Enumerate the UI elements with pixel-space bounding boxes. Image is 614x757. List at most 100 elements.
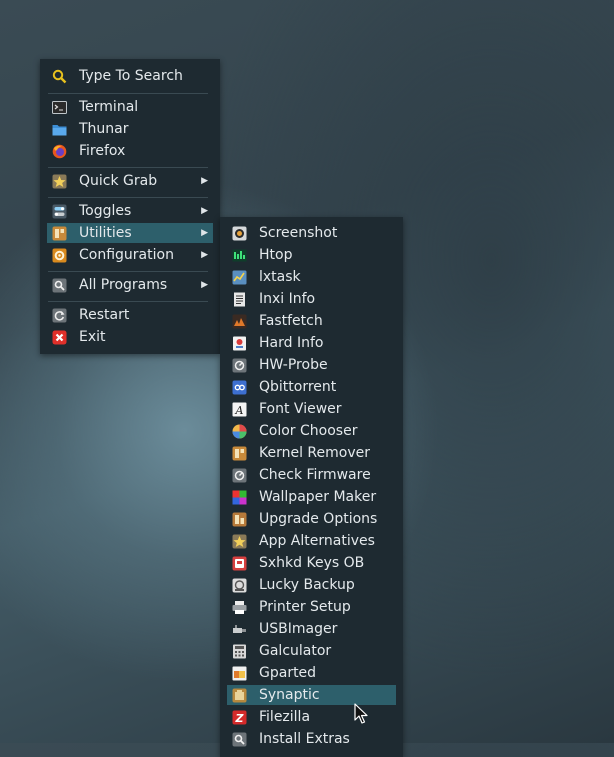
menu-item-synaptic[interactable]: Synaptic (227, 685, 396, 705)
menu-item-printer-setup[interactable]: Printer Setup (227, 597, 396, 617)
menu-item-label: Inxi Info (259, 291, 316, 307)
separator (48, 197, 208, 198)
menu-item-fastfetch[interactable]: Fastfetch (227, 311, 396, 331)
inxi-info-icon (232, 292, 247, 307)
configuration-item[interactable]: Configuration ▶ (47, 245, 213, 265)
menu-item-label: Filezilla (259, 709, 311, 725)
check-firmware-icon (232, 468, 247, 483)
exit-item[interactable]: Exit (47, 327, 213, 347)
magnifier-icon (52, 278, 67, 293)
menu-item-install-extras[interactable]: Install Extras (227, 729, 396, 749)
exit-icon (52, 330, 67, 345)
menu-item-label: Fastfetch (259, 313, 323, 329)
svg-text:A: A (235, 404, 244, 417)
menu-item-label: Kernel Remover (259, 445, 371, 461)
color-chooser-icon (232, 424, 247, 439)
menu-item-filezilla[interactable]: Z Filezilla (227, 707, 396, 727)
menu-item-label: Printer Setup (259, 599, 351, 615)
search-icon (52, 69, 67, 84)
menu-item-wallpaper-maker[interactable]: Wallpaper Maker (227, 487, 396, 507)
firefox-icon (52, 144, 67, 159)
firefox-label: Firefox (79, 143, 126, 159)
menu-item-label: Qbittorrent (259, 379, 337, 395)
menu-item-label: Hard Info (259, 335, 324, 351)
submenu-arrow-icon: ▶ (201, 206, 208, 216)
menu-item-label: HW-Probe (259, 357, 328, 373)
root-menu: Type To Search Terminal Thunar Firefox Q… (40, 59, 220, 354)
menu-item-label: Sxhkd Keys OB (259, 555, 365, 571)
menu-item-label: Font Viewer (259, 401, 342, 417)
menu-item-label: Galculator (259, 643, 332, 659)
menu-item-qbittorrent[interactable]: Qbittorrent (227, 377, 396, 397)
thunar-label: Thunar (79, 121, 129, 137)
configuration-icon (52, 248, 67, 263)
menu-item-label: Install Extras (259, 731, 350, 747)
lucky-backup-icon (232, 578, 247, 593)
terminal-item[interactable]: Terminal (47, 97, 213, 117)
menu-item-inxi-info[interactable]: Inxi Info (227, 289, 396, 309)
menu-item-label: lxtask (259, 269, 301, 285)
filezilla-icon: Z (232, 710, 247, 725)
menu-item-label: Check Firmware (259, 467, 371, 483)
restart-label: Restart (79, 307, 130, 323)
utilities-label: Utilities (79, 225, 132, 241)
menu-item-check-firmware[interactable]: Check Firmware (227, 465, 396, 485)
separator (48, 167, 208, 168)
menu-item-gparted[interactable]: Gparted (227, 663, 396, 683)
sxhkd-keys-icon (232, 556, 247, 571)
qbittorrent-icon (232, 380, 247, 395)
utilities-item[interactable]: Utilities ▶ (47, 223, 213, 243)
all-programs-item[interactable]: All Programs ▶ (47, 275, 213, 295)
fastfetch-icon (232, 314, 247, 329)
toggles-label: Toggles (79, 203, 132, 219)
menu-item-label: Upgrade Options (259, 511, 378, 527)
menu-item-kernel-remover[interactable]: Kernel Remover (227, 443, 396, 463)
submenu-arrow-icon: ▶ (201, 228, 208, 238)
menu-item-label: Lucky Backup (259, 577, 355, 593)
app-alternatives-icon (232, 534, 247, 549)
lxtask-icon (232, 270, 247, 285)
gparted-icon (232, 666, 247, 681)
menu-item-lucky-backup[interactable]: Lucky Backup (227, 575, 396, 595)
menu-item-label: Synaptic (259, 687, 320, 703)
menu-item-galculator[interactable]: Galculator (227, 641, 396, 661)
galculator-icon (232, 644, 247, 659)
search-item[interactable]: Type To Search (47, 66, 213, 86)
menu-item-label: App Alternatives (259, 533, 375, 549)
menu-item-htop[interactable]: Htop (227, 245, 396, 265)
mouse-pointer-icon (354, 703, 368, 725)
toggles-item[interactable]: Toggles ▶ (47, 201, 213, 221)
firefox-item[interactable]: Firefox (47, 141, 213, 161)
menu-item-app-alternatives[interactable]: App Alternatives (227, 531, 396, 551)
separator (48, 93, 208, 94)
menu-item-label: Color Chooser (259, 423, 358, 439)
menu-item-label: Htop (259, 247, 293, 263)
exit-label: Exit (79, 329, 106, 345)
submenu-arrow-icon: ▶ (201, 176, 208, 186)
htop-icon (232, 248, 247, 263)
upgrade-options-icon (232, 512, 247, 527)
restart-item[interactable]: Restart (47, 305, 213, 325)
menu-item-sxhkd-keys[interactable]: Sxhkd Keys OB (227, 553, 396, 573)
menu-item-hard-info[interactable]: Hard Info (227, 333, 396, 353)
hw-probe-icon (232, 358, 247, 373)
thunar-item[interactable]: Thunar (47, 119, 213, 139)
separator (48, 271, 208, 272)
menu-item-hw-probe[interactable]: HW-Probe (227, 355, 396, 375)
menu-item-font-viewer[interactable]: A Font Viewer (227, 399, 396, 419)
wallpaper-maker-icon (232, 490, 247, 505)
utilities-submenu: Screenshot Htop lxtask Inxi Info Fastfet… (220, 217, 403, 757)
usbimager-icon (232, 622, 247, 637)
menu-item-screenshot[interactable]: Screenshot (227, 223, 396, 243)
menu-item-upgrade-options[interactable]: Upgrade Options (227, 509, 396, 529)
quick-grab-icon (52, 174, 67, 189)
printer-setup-icon (232, 600, 247, 615)
font-viewer-icon: A (232, 402, 247, 417)
kernel-remover-icon (232, 446, 247, 461)
quick-grab-item[interactable]: Quick Grab ▶ (47, 171, 213, 191)
menu-item-usbimager[interactable]: USBImager (227, 619, 396, 639)
configuration-label: Configuration (79, 247, 174, 263)
menu-item-lxtask[interactable]: lxtask (227, 267, 396, 287)
menu-item-color-chooser[interactable]: Color Chooser (227, 421, 396, 441)
install-extras-icon (232, 732, 247, 747)
